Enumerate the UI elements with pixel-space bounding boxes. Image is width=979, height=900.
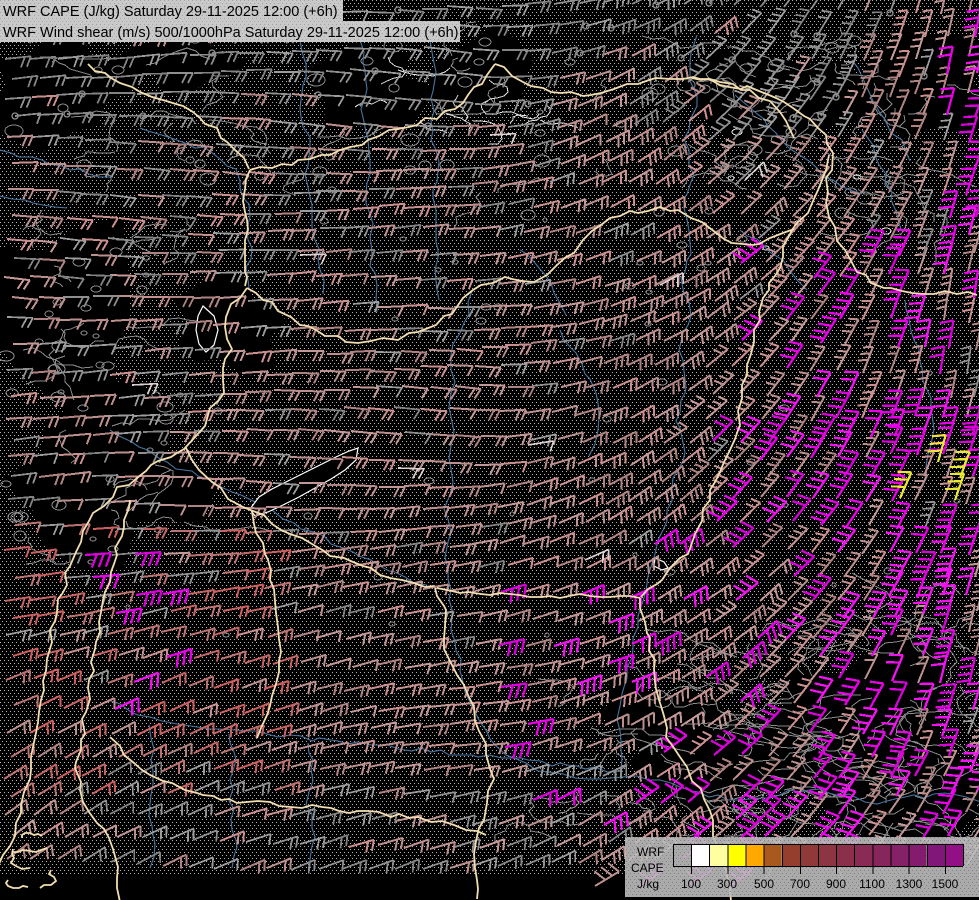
svg-text:1500: 1500	[932, 877, 959, 891]
svg-text:700: 700	[790, 877, 810, 891]
svg-text:1300: 1300	[896, 877, 923, 891]
svg-text:WRF: WRF	[637, 845, 664, 859]
svg-text:CAPE: CAPE	[631, 861, 664, 875]
svg-text:100: 100	[681, 877, 701, 891]
svg-text:500: 500	[754, 877, 774, 891]
svg-text:WRF Wind shear (m/s) 500/1000h: WRF Wind shear (m/s) 500/1000hPa Saturda…	[3, 25, 459, 41]
svg-text:900: 900	[826, 877, 846, 891]
svg-text:J/kg: J/kg	[637, 877, 659, 891]
svg-text:1100: 1100	[859, 877, 885, 891]
svg-text:300: 300	[717, 877, 737, 891]
svg-text:WRF CAPE (J/kg) Saturday 29-11: WRF CAPE (J/kg) Saturday 29-11-2025 12:0…	[3, 4, 338, 20]
